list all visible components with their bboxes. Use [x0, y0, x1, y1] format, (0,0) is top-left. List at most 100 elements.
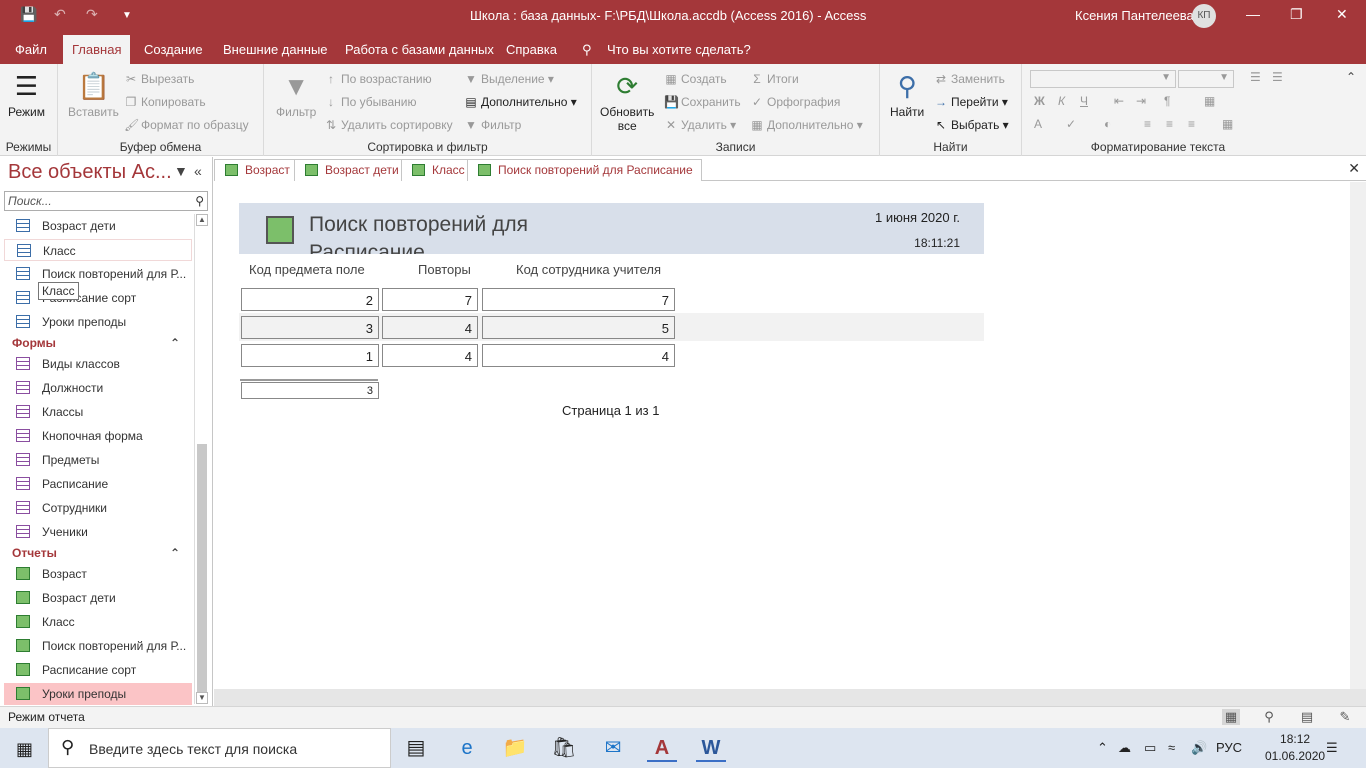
nav-report-item[interactable]: Расписание сорт — [4, 659, 192, 681]
tab-help[interactable]: Справка — [506, 42, 557, 57]
nav-form-item[interactable]: Предметы — [4, 449, 192, 471]
new-record-button[interactable]: ▦ Создать — [664, 72, 726, 86]
font-color-icon[interactable]: A — [1034, 117, 1042, 131]
clock[interactable]: 18:12 01.06.2020 — [1265, 731, 1325, 765]
totals-button[interactable]: Σ Итоги — [750, 72, 798, 86]
bullets-icon[interactable]: ☰ — [1250, 70, 1261, 84]
scroll-up-icon[interactable]: ▲ — [196, 214, 208, 226]
avatar[interactable]: КП — [1192, 4, 1216, 28]
word-taskbar-icon[interactable]: W — [696, 734, 726, 762]
nav-report-item-selected[interactable]: Уроки преподы — [4, 683, 192, 705]
font-size-select[interactable]: ▼ — [1178, 70, 1234, 88]
align-left-icon[interactable]: ≡ — [1144, 117, 1151, 131]
print-preview-icon[interactable]: ⚲ — [1260, 709, 1278, 725]
notifications-icon[interactable]: ☰ — [1326, 740, 1338, 756]
task-view-icon[interactable]: ▤ — [401, 734, 431, 762]
highlight-icon[interactable]: ✓ — [1066, 117, 1076, 131]
collapse-section-icon[interactable]: ⌃ — [170, 546, 180, 560]
tab-database-tools[interactable]: Работа с базами данных — [345, 42, 494, 57]
toggle-filter-button[interactable]: ▼ Фильтр — [464, 118, 521, 132]
save-record-button[interactable]: 💾 Сохранить — [664, 95, 741, 109]
tab-file[interactable]: Файл — [15, 42, 47, 57]
doc-tab[interactable]: Возраст дети — [294, 159, 408, 181]
nav-report-item[interactable]: Возраст дети — [4, 587, 192, 609]
nav-menu-icon[interactable]: ▼ — [174, 163, 188, 179]
layout-view-icon[interactable]: ▤ — [1298, 709, 1316, 725]
close-document-icon[interactable]: ✕ — [1348, 160, 1360, 177]
nav-report-item[interactable]: Возраст — [4, 563, 192, 585]
filter-button[interactable]: ▼ Фильтр — [276, 70, 316, 119]
volume-icon[interactable]: 🔊 — [1191, 740, 1207, 756]
bold-button[interactable]: Ж — [1034, 94, 1045, 108]
mail-icon[interactable]: ✉ — [598, 734, 628, 762]
wifi-icon[interactable]: ≈ — [1168, 740, 1175, 755]
minimize-icon[interactable]: — — [1246, 6, 1260, 22]
indent-decrease-icon[interactable]: ⇤ — [1114, 94, 1124, 108]
fill-color-icon[interactable]: ◐ — [1104, 117, 1111, 131]
doc-tab[interactable]: Возраст — [214, 159, 299, 181]
refresh-button[interactable]: ⟳ Обновить все — [600, 70, 654, 133]
tab-create[interactable]: Создание — [144, 42, 203, 57]
doc-tab[interactable]: Класс — [401, 159, 474, 181]
customize-qat-icon[interactable]: ▼ — [122, 10, 132, 21]
collapse-ribbon-icon[interactable]: ⌃ — [1346, 70, 1356, 84]
horizontal-scrollbar[interactable] — [214, 689, 1366, 706]
nav-search[interactable]: Поиск... ⚲ — [4, 191, 208, 211]
access-taskbar-icon[interactable]: A — [647, 734, 677, 762]
goto-button[interactable]: → Перейти ▾ — [934, 95, 1008, 109]
alt-row-color-icon[interactable]: ▦ — [1222, 117, 1233, 131]
windows-start-icon[interactable]: ▦ — [16, 739, 33, 760]
scroll-down-icon[interactable]: ▼ — [196, 692, 208, 704]
nav-report-item[interactable]: Класс — [4, 611, 192, 633]
nav-query-item[interactable]: Уроки преподы — [4, 311, 192, 333]
replace-button[interactable]: ⇄ Заменить — [934, 72, 1005, 86]
format-painter-button[interactable]: 🖌 Формат по образцу — [124, 118, 249, 132]
indent-increase-icon[interactable]: ⇥ — [1136, 94, 1146, 108]
nav-form-item[interactable]: Виды классов — [4, 353, 192, 375]
nav-collapse-icon[interactable]: « — [194, 163, 202, 179]
find-button[interactable]: ⚲ Найти — [890, 70, 924, 119]
select-button[interactable]: ↖ Выбрать ▾ — [934, 118, 1009, 132]
report-view-icon[interactable]: ▦ — [1222, 709, 1240, 725]
close-icon[interactable]: ✕ — [1336, 6, 1348, 23]
language-indicator[interactable]: РУС — [1216, 740, 1242, 755]
selection-button[interactable]: ▼ Выделение ▾ — [464, 72, 554, 86]
redo-icon[interactable]: ↷ — [86, 6, 98, 23]
tab-external-data[interactable]: Внешние данные — [223, 42, 328, 57]
collapse-section-icon[interactable]: ⌃ — [170, 336, 180, 350]
nav-report-item[interactable]: Поиск повторений для Р... — [4, 635, 192, 657]
nav-query-item[interactable]: Поиск повторений для Р... — [4, 263, 192, 285]
nav-query-item[interactable]: Класс — [4, 239, 192, 261]
save-icon[interactable]: 💾 — [20, 6, 37, 23]
nav-form-item[interactable]: Ученики — [4, 521, 192, 543]
nav-form-item[interactable]: Сотрудники — [4, 497, 192, 519]
nav-form-item[interactable]: Классы — [4, 401, 192, 423]
gridlines-icon[interactable]: ▦ — [1204, 94, 1215, 108]
numbering-icon[interactable]: ☰ — [1272, 70, 1283, 84]
doc-tab-active[interactable]: Поиск повторений для Расписание — [467, 159, 702, 181]
taskbar-search[interactable]: ⚲ Введите здесь текст для поиска — [48, 728, 391, 768]
align-right-icon[interactable]: ≡ — [1188, 117, 1195, 131]
rtl-icon[interactable]: ¶ — [1164, 94, 1170, 108]
nav-form-item[interactable]: Кнопочная форма — [4, 425, 192, 447]
sort-asc-button[interactable]: ↑ По возрастанию — [324, 72, 432, 86]
more-records-button[interactable]: ▦ Дополнительно ▾ — [750, 118, 862, 132]
tell-me-input[interactable]: Что вы хотите сделать? — [607, 42, 751, 57]
user-name[interactable]: Ксения Пантелеева — [1075, 8, 1194, 23]
tab-home[interactable]: Главная — [63, 35, 131, 64]
nav-scrollbar[interactable]: ▲ ▼ — [194, 214, 208, 704]
search-input[interactable]: Поиск... — [8, 194, 52, 208]
nav-title[interactable]: Все объекты Ac... — [8, 161, 172, 184]
advanced-button[interactable]: ▤ Дополнительно ▾ — [464, 95, 576, 109]
nav-section-reports[interactable]: Отчеты ⌃ — [12, 546, 184, 560]
nav-query-item[interactable]: Возраст дети — [4, 215, 192, 237]
nav-query-item[interactable]: Расписание сорт — [4, 287, 192, 309]
design-view-icon[interactable]: ✎ — [1336, 709, 1354, 725]
onedrive-icon[interactable]: ☁ — [1118, 740, 1131, 756]
clear-sort-button[interactable]: ⇅ Удалить сортировку — [324, 118, 453, 132]
nav-form-item[interactable]: Расписание — [4, 473, 192, 495]
font-name-select[interactable]: ▼ — [1030, 70, 1176, 88]
store-icon[interactable]: 🛍 — [549, 734, 579, 762]
view-button[interactable]: ☰ Режим — [8, 70, 45, 119]
align-center-icon[interactable]: ≡ — [1166, 117, 1173, 131]
